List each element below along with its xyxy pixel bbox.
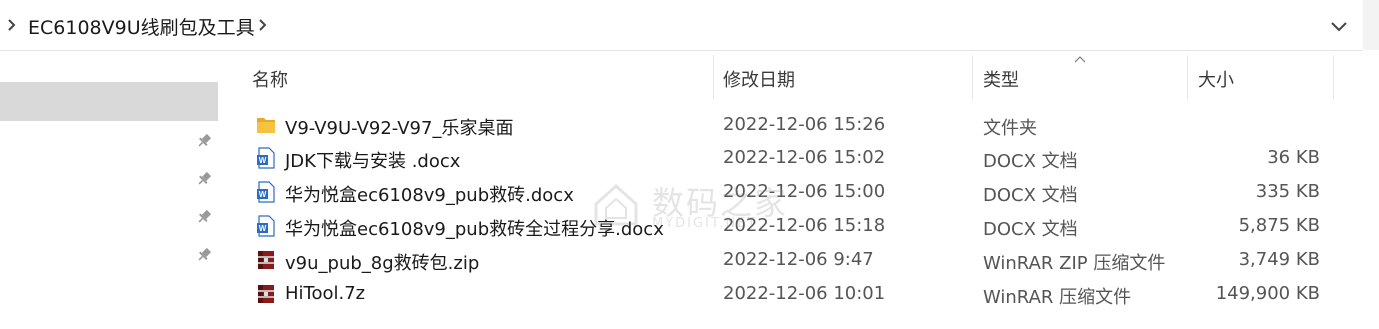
file-type: DOCX 文档 [983,219,1078,240]
chevron-down-icon[interactable] [1329,16,1349,36]
scrollbar[interactable] [1363,0,1379,50]
file-type: WinRAR 压缩文件 [983,287,1132,308]
pin-icon[interactable] [196,133,212,149]
file-date: 2022-12-06 10:01 [723,283,886,304]
file-row[interactable]: W 华为悦盒ec6108v9_pub救砖全过程分享.docx 2022-12-0… [240,209,1340,242]
file-date: 2022-12-06 9:47 [723,249,874,270]
file-name[interactable]: v9u_pub_8g救砖包.zip [285,249,479,275]
winrar-archive-icon [258,285,274,303]
file-size: 36 KB [1267,147,1320,168]
file-size: 5,875 KB [1238,215,1320,236]
file-size: 149,900 KB [1215,283,1320,304]
column-header-name[interactable]: 名称 [252,66,288,92]
folder-icon [257,118,275,133]
column-divider[interactable] [1333,55,1334,99]
pin-icon[interactable] [196,247,212,263]
file-date: 2022-12-06 15:26 [723,114,886,135]
column-divider[interactable] [1187,55,1188,99]
word-document-icon: W [257,147,275,169]
file-name[interactable]: 华为悦盒ec6108v9_pub救砖全过程分享.docx [285,215,664,241]
file-date: 2022-12-06 15:02 [723,147,886,168]
svg-text:W: W [259,224,267,233]
file-row[interactable]: W JDK下载与安装 .docx 2022-12-06 15:02 DOCX 文… [240,141,1340,174]
word-document-icon: W [257,215,275,237]
column-header-type[interactable]: 类型 [983,66,1019,92]
file-row[interactable]: V9-V9U-V92-V97_乐家桌面 2022-12-06 15:26 文件夹 [240,108,1340,141]
file-name[interactable]: V9-V9U-V92-V97_乐家桌面 [285,114,513,140]
file-name[interactable]: JDK下载与安装 .docx [285,147,460,173]
file-row[interactable]: HiTool.7z 2022-12-06 10:01 WinRAR 压缩文件 1… [240,277,1340,310]
column-header: 名称 修改日期 类型 大小 [240,51,1340,101]
chevron-right-icon[interactable] [8,18,16,32]
file-size: 3,749 KB [1238,249,1320,270]
file-row[interactable]: W 华为悦盒ec6108v9_pub救砖.docx 2022-12-06 15:… [240,175,1340,208]
file-size: 335 KB [1255,181,1320,202]
nav-selected-item[interactable] [0,82,218,121]
svg-text:W: W [259,156,267,165]
file-type: DOCX 文档 [983,151,1078,172]
word-document-icon: W [257,181,275,203]
svg-text:W: W [259,190,267,199]
file-type: DOCX 文档 [983,185,1078,206]
chevron-right-icon[interactable] [259,18,267,32]
file-name[interactable]: 华为悦盒ec6108v9_pub救砖.docx [285,181,574,207]
file-date: 2022-12-06 15:18 [723,215,886,236]
address-bar[interactable]: EC6108V9U线刷包及工具 [0,0,1363,51]
pin-icon[interactable] [196,209,212,225]
file-row[interactable]: v9u_pub_8g救砖包.zip 2022-12-06 9:47 WinRAR… [240,243,1340,276]
navigation-pane [0,51,218,329]
column-header-size[interactable]: 大小 [1198,66,1234,92]
pin-icon[interactable] [196,171,212,187]
winrar-archive-icon [258,251,274,269]
sort-ascending-icon [1074,56,1086,63]
file-date: 2022-12-06 15:00 [723,181,886,202]
file-type: 文件夹 [983,118,1037,139]
column-header-date[interactable]: 修改日期 [723,66,795,92]
breadcrumb-current-folder[interactable]: EC6108V9U线刷包及工具 [28,13,255,40]
column-divider[interactable] [713,55,714,99]
file-name[interactable]: HiTool.7z [285,283,365,304]
column-divider[interactable] [972,55,973,99]
file-type: WinRAR ZIP 压缩文件 [983,253,1166,274]
